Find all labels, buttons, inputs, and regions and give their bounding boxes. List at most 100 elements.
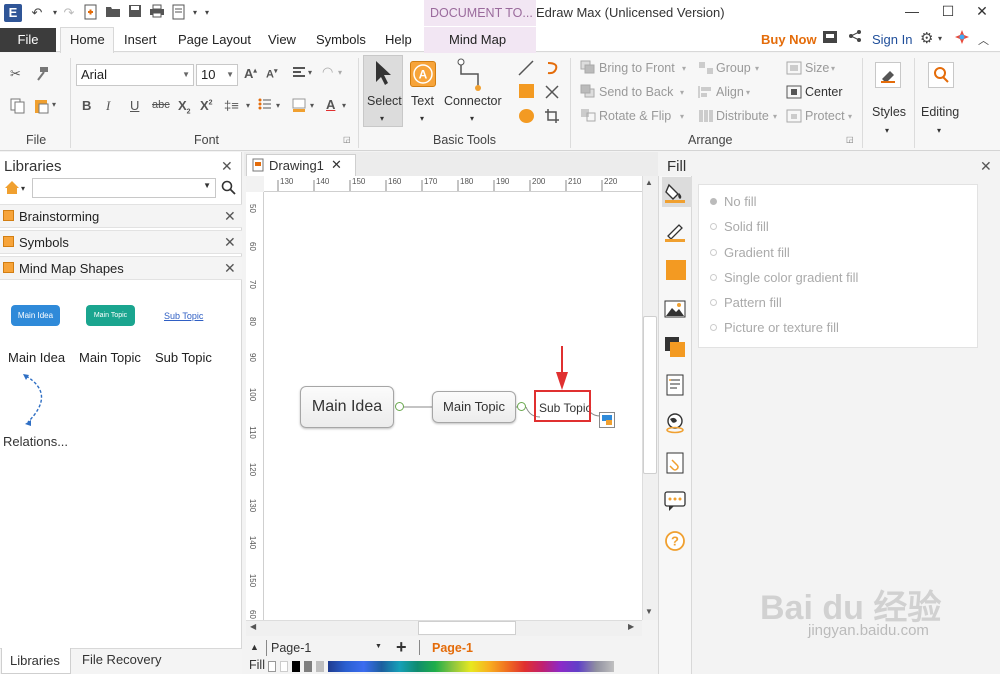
close-fill-panel-icon[interactable]: ✕ — [980, 158, 992, 175]
share-icon[interactable] — [848, 29, 862, 47]
distribute-button[interactable]: Distribute — [716, 109, 769, 123]
highlight-color-icon[interactable] — [292, 98, 306, 115]
connector-tool-icon[interactable] — [456, 58, 490, 95]
editing-search-icon[interactable] — [928, 62, 954, 88]
undo-icon[interactable]: ↶ — [28, 4, 46, 22]
distribute-dropdown-icon[interactable]: ▾ — [773, 112, 777, 121]
close-window-button[interactable]: ✕ — [964, 0, 1000, 24]
align-dropdown-icon[interactable]: ▾ — [746, 88, 750, 97]
font-family-select[interactable]: Arial ▼ — [76, 64, 194, 86]
tab-libraries[interactable]: Libraries — [1, 648, 71, 674]
shape-thumb-main-topic[interactable]: Main Topic — [86, 305, 135, 326]
styles-button[interactable]: Styles — [872, 105, 906, 119]
scroll-left-icon[interactable]: ◀ — [250, 622, 256, 631]
tab-mind-map[interactable]: Mind Map — [449, 32, 506, 47]
home-library-icon[interactable] — [4, 180, 20, 198]
align-icon[interactable] — [698, 85, 714, 102]
globe-hyperlink-icon[interactable] — [664, 412, 686, 434]
format-painter-icon[interactable] — [34, 66, 50, 85]
send-to-back-dropdown-icon[interactable]: ▾ — [680, 88, 684, 97]
editing-dropdown-icon[interactable]: ▾ — [937, 126, 941, 135]
arc-tool-icon[interactable] — [544, 60, 560, 79]
layers-icon[interactable] — [664, 336, 686, 358]
open-folder-icon[interactable] — [104, 4, 122, 22]
highlight-dropdown-icon[interactable]: ▾ — [310, 101, 314, 110]
insert-image-icon[interactable] — [664, 298, 686, 320]
fill-option-solid-fill[interactable]: Solid fill — [710, 219, 769, 234]
node-main-topic[interactable]: Main Topic — [432, 391, 516, 423]
collapse-toggle-icon[interactable] — [395, 402, 404, 411]
close-library-icon[interactable]: ✕ — [224, 208, 236, 225]
shadow-color-icon[interactable] — [666, 260, 686, 280]
black-swatch[interactable] — [292, 661, 300, 672]
home-library-dropdown-icon[interactable]: ▾ — [21, 184, 25, 193]
text-tool-label[interactable]: Text — [411, 94, 434, 108]
text-tool-dropdown-icon[interactable]: ▾ — [420, 114, 424, 123]
redo-icon[interactable]: ↷ — [60, 4, 78, 22]
library-search-input[interactable]: ▼ — [32, 178, 216, 198]
font-color-icon[interactable]: A — [326, 97, 335, 112]
align-button[interactable]: Align — [716, 85, 744, 99]
attachment-icon[interactable] — [664, 452, 686, 474]
line-spacing-icon[interactable]: ‡≡ — [224, 98, 239, 113]
tab-insert[interactable]: Insert — [124, 32, 157, 47]
horizontal-scroll-thumb[interactable] — [418, 621, 516, 635]
buy-now-link[interactable]: Buy Now — [761, 32, 817, 47]
font-dialog-launcher-icon[interactable]: ◲ — [343, 135, 351, 144]
select-dropdown-icon[interactable]: ▾ — [380, 114, 384, 123]
paste-dropdown-icon[interactable]: ▾ — [52, 100, 56, 109]
page-select[interactable]: Page-1 ▼ — [266, 640, 384, 656]
light-gray-swatch[interactable] — [316, 661, 324, 672]
text-align-icon[interactable] — [292, 66, 306, 81]
grow-font-icon[interactable]: A▴ — [244, 66, 257, 81]
line-style-icon[interactable] — [664, 220, 686, 242]
close-library-icon[interactable]: ✕ — [224, 234, 236, 251]
arrange-dialog-launcher-icon[interactable]: ◲ — [846, 135, 854, 144]
bring-to-front-dropdown-icon[interactable]: ▾ — [682, 64, 686, 73]
settings-dropdown-icon[interactable]: ▾ — [938, 34, 942, 43]
bold-button[interactable]: B — [82, 98, 91, 113]
shape-thumb-sub-topic[interactable]: Sub Topic — [164, 311, 203, 321]
minimize-button[interactable]: — — [894, 0, 930, 24]
tab-drawing1[interactable]: Drawing1 ✕ — [246, 154, 356, 176]
fill-option-picture-texture[interactable]: Picture or texture fill — [710, 320, 839, 335]
rotate-flip-dropdown-icon[interactable]: ▾ — [680, 112, 684, 121]
styles-icon[interactable] — [875, 62, 901, 88]
line-tool-icon[interactable] — [518, 60, 534, 79]
rotate-flip-icon[interactable] — [580, 108, 596, 125]
collapse-ribbon-icon[interactable]: ︿ — [978, 32, 989, 48]
node-main-idea[interactable]: Main Idea — [300, 386, 394, 428]
shrink-font-icon[interactable]: A▾ — [266, 67, 277, 81]
distribute-icon[interactable] — [698, 109, 714, 126]
fill-option-pattern-fill[interactable]: Pattern fill — [710, 295, 782, 310]
crop-tool-icon[interactable] — [544, 108, 560, 127]
settings-gear-icon[interactable]: ⚙ — [920, 29, 933, 47]
gray-swatch[interactable] — [304, 661, 312, 672]
search-icon[interactable] — [221, 180, 236, 198]
strikethrough-button[interactable]: abc — [152, 99, 170, 111]
bring-to-front-icon[interactable] — [580, 60, 596, 77]
close-library-icon[interactable]: ✕ — [224, 260, 236, 277]
group-icon[interactable] — [698, 61, 714, 78]
text-direction-icon[interactable]: ◠ — [322, 64, 333, 80]
font-size-select[interactable]: 10 ▼ — [196, 64, 238, 86]
size-dropdown-icon[interactable]: ▾ — [831, 64, 835, 73]
rotate-flip-button[interactable]: Rotate & Flip — [599, 109, 671, 123]
bullets-dropdown-icon[interactable]: ▾ — [276, 101, 280, 110]
edraw-apps-icon[interactable] — [954, 29, 970, 49]
floating-action-icon[interactable] — [599, 412, 615, 428]
underline-button[interactable]: U — [130, 98, 139, 113]
group-dropdown-icon[interactable]: ▾ — [755, 64, 759, 73]
customize-quick-access-icon[interactable]: ▾ — [198, 4, 216, 22]
paste-icon[interactable] — [34, 98, 50, 117]
fill-option-no-fill[interactable]: No fill — [710, 194, 757, 209]
save-icon[interactable] — [126, 4, 144, 22]
protect-icon[interactable] — [786, 109, 802, 126]
scroll-down-icon[interactable]: ▼ — [645, 607, 653, 616]
center-icon[interactable] — [786, 85, 802, 102]
line-spacing-dropdown-icon[interactable]: ▾ — [246, 101, 250, 110]
text-tool-icon[interactable]: A — [410, 61, 436, 87]
vertical-scroll-thumb[interactable] — [643, 316, 657, 474]
library-item-mind-map-shapes[interactable]: Mind Map Shapes ✕ — [0, 256, 242, 280]
new-document-icon[interactable] — [82, 4, 100, 22]
